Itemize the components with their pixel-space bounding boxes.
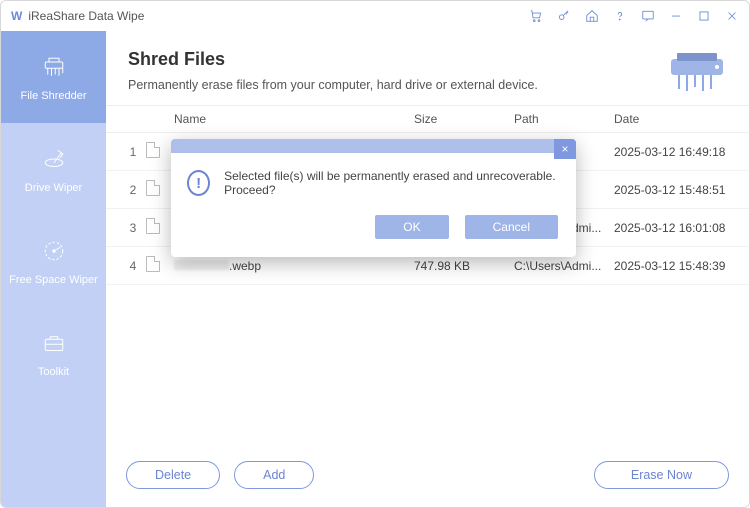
row-index: 3 xyxy=(120,221,146,235)
delete-button[interactable]: Delete xyxy=(126,461,220,489)
page-subtitle: Permanently erase files from your comput… xyxy=(128,78,655,92)
cell-date: 2025-03-12 16:01:08 xyxy=(614,221,735,235)
sidebar-item-label: Drive Wiper xyxy=(25,182,82,194)
cell-name: .webp xyxy=(174,259,414,273)
footer-actions: Delete Add Erase Now xyxy=(106,447,749,507)
app-window: W iReaShare Data Wipe File Shredder Driv… xyxy=(0,0,750,508)
file-icon xyxy=(146,180,160,196)
minimize-icon[interactable] xyxy=(669,9,683,23)
confirm-dialog: × ! Selected file(s) will be permanently… xyxy=(171,139,576,257)
dialog-message: Selected file(s) will be permanently era… xyxy=(224,169,560,197)
page-title: Shred Files xyxy=(128,49,655,70)
dialog-cancel-button[interactable]: Cancel xyxy=(465,215,558,239)
row-index: 1 xyxy=(120,145,146,159)
key-icon[interactable] xyxy=(557,9,571,23)
maximize-icon[interactable] xyxy=(697,9,711,23)
dialog-header: × xyxy=(171,139,576,153)
cell-date: 2025-03-12 15:48:51 xyxy=(614,183,735,197)
file-icon xyxy=(146,256,160,272)
app-logo: W xyxy=(11,9,22,23)
col-size: Size xyxy=(414,112,514,126)
col-name: Name xyxy=(174,112,414,126)
sidebar-item-drive-wiper[interactable]: Drive Wiper xyxy=(1,123,106,215)
row-index: 4 xyxy=(120,259,146,273)
warning-icon: ! xyxy=(187,170,210,196)
col-path: Path xyxy=(514,112,614,126)
shredder-illustration xyxy=(667,49,727,93)
table-header: Name Size Path Date xyxy=(106,105,749,133)
sidebar-item-label: Toolkit xyxy=(38,366,69,378)
dialog-ok-button[interactable]: OK xyxy=(375,215,448,239)
sidebar-item-label: Free Space Wiper xyxy=(9,274,98,286)
sidebar: File Shredder Drive Wiper Free Space Wip… xyxy=(1,31,106,507)
row-index: 2 xyxy=(120,183,146,197)
close-icon[interactable] xyxy=(725,9,739,23)
home-icon[interactable] xyxy=(585,9,599,23)
main-panel: Shred Files Permanently erase files from… xyxy=(106,31,749,507)
help-icon[interactable] xyxy=(613,9,627,23)
add-button[interactable]: Add xyxy=(234,461,314,489)
sidebar-item-label: File Shredder xyxy=(20,90,86,102)
main-header: Shred Files Permanently erase files from… xyxy=(106,31,749,105)
cell-date: 2025-03-12 16:49:18 xyxy=(614,145,735,159)
app-title: iReaShare Data Wipe xyxy=(28,9,144,23)
sidebar-item-toolkit[interactable]: Toolkit xyxy=(1,307,106,399)
titlebar: W iReaShare Data Wipe xyxy=(1,1,749,31)
feedback-icon[interactable] xyxy=(641,9,655,23)
cell-size: 747.98 KB xyxy=(414,259,514,273)
titlebar-icons xyxy=(529,9,739,23)
sidebar-item-free-space-wiper[interactable]: Free Space Wiper xyxy=(1,215,106,307)
col-date: Date xyxy=(614,112,735,126)
file-icon xyxy=(146,218,160,234)
dialog-close-button[interactable]: × xyxy=(554,139,576,159)
sidebar-item-file-shredder[interactable]: File Shredder xyxy=(1,31,106,123)
cart-icon[interactable] xyxy=(529,9,543,23)
cell-path: C:\Users\Admi... xyxy=(514,259,614,273)
erase-now-button[interactable]: Erase Now xyxy=(594,461,729,489)
cell-date: 2025-03-12 15:48:39 xyxy=(614,259,735,273)
file-icon xyxy=(146,142,160,158)
